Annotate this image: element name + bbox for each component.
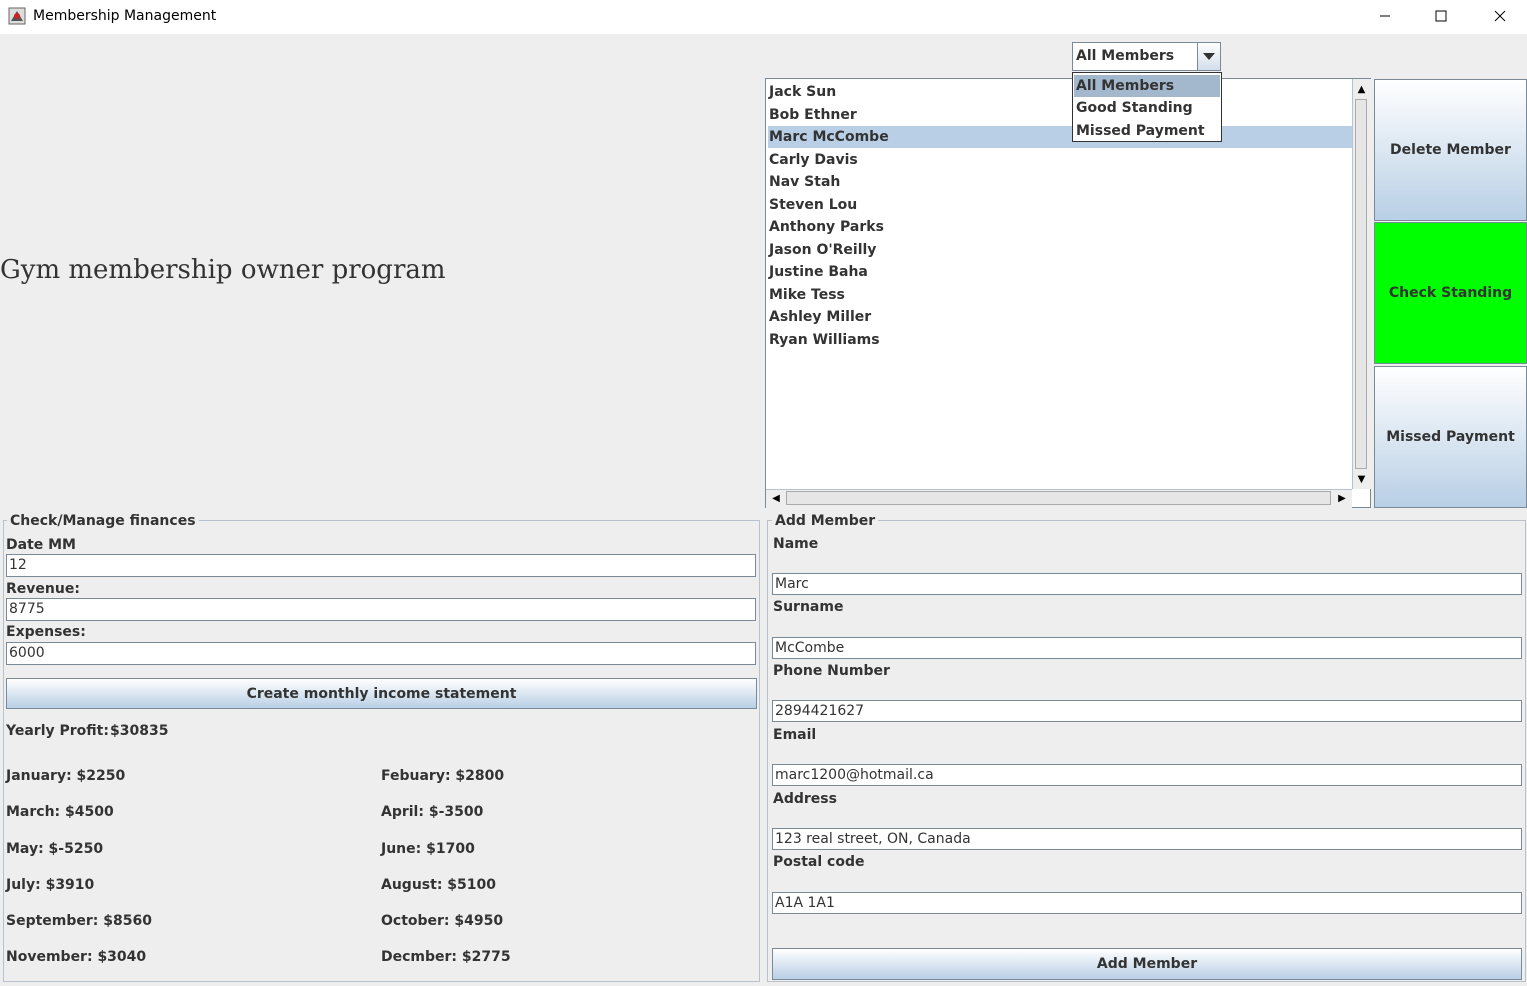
create-income-statement-button[interactable]: Create monthly income statement	[6, 678, 757, 709]
list-item[interactable]: Nav Stah	[768, 171, 1353, 193]
revenue-label: Revenue:	[6, 581, 80, 597]
list-item[interactable]: Jason O'Reilly	[768, 239, 1353, 261]
page-title: Gym membership owner program	[0, 255, 446, 285]
minimize-button[interactable]	[1362, 0, 1408, 32]
list-item[interactable]: Mike Tess	[768, 284, 1353, 306]
surname-label: Surname	[773, 599, 844, 615]
address-label: Address	[773, 791, 837, 807]
scroll-right-icon[interactable]: ▶	[1333, 490, 1351, 507]
horizontal-scroll-thumb[interactable]	[786, 491, 1331, 505]
finances-panel-title: Check/Manage finances	[7, 513, 199, 529]
yearly-profit-label: Yearly Profit:	[6, 723, 109, 739]
email-label: Email	[773, 727, 817, 743]
expenses-label: Expenses:	[6, 624, 86, 640]
close-icon	[1494, 10, 1506, 22]
surname-field[interactable]: McCombe	[772, 637, 1522, 659]
add-member-panel-title: Add Member	[772, 513, 879, 529]
yearly-profit-value: $30835	[110, 723, 169, 739]
scroll-down-icon[interactable]: ▼	[1353, 470, 1370, 488]
month-august: August: $5100	[381, 877, 496, 893]
month-june: June: $1700	[381, 841, 475, 857]
postal-code-field[interactable]: A1A 1A1	[772, 892, 1522, 914]
filter-dropdown-menu: All Members Good Standing Missed Payment	[1072, 72, 1222, 142]
java-app-icon	[8, 7, 26, 25]
list-item[interactable]: Carly Davis	[768, 149, 1353, 171]
scroll-up-icon[interactable]: ▲	[1353, 80, 1370, 98]
check-standing-button[interactable]: Check Standing	[1374, 222, 1527, 364]
list-item[interactable]: Anthony Parks	[768, 216, 1353, 238]
month-february: Febuary: $2800	[381, 768, 505, 784]
expenses-field[interactable]: 6000	[6, 642, 756, 665]
name-field[interactable]: Marc	[772, 573, 1522, 595]
filter-option-missed[interactable]: Missed Payment	[1074, 120, 1220, 142]
list-item-selected[interactable]: Marc McCombe	[768, 126, 1353, 148]
missed-payment-button[interactable]: Missed Payment	[1374, 366, 1527, 508]
month-september: September: $8560	[6, 913, 152, 929]
list-item[interactable]: Jack Sun	[768, 81, 1353, 103]
delete-member-button[interactable]: Delete Member	[1374, 79, 1527, 221]
date-field[interactable]: 12	[6, 554, 756, 577]
month-april: April: $-3500	[381, 804, 484, 820]
phone-field[interactable]: 2894421627	[772, 700, 1522, 722]
month-december: Decmber: $2775	[381, 949, 511, 965]
window-title: Membership Management	[33, 8, 217, 24]
vertical-scroll-thumb[interactable]	[1355, 99, 1367, 469]
date-label: Date MM	[6, 537, 76, 553]
revenue-field[interactable]: 8775	[6, 598, 756, 621]
member-list[interactable]: Jack Sun Bob Ethner Marc McCombe Carly D…	[765, 78, 1371, 508]
list-item[interactable]: Bob Ethner	[768, 104, 1353, 126]
month-july: July: $3910	[6, 877, 95, 893]
address-field[interactable]: 123 real street, ON, Canada	[772, 828, 1522, 850]
minimize-icon	[1380, 15, 1390, 17]
title-bar	[0, 0, 1527, 34]
list-item[interactable]: Ryan Williams	[768, 329, 1353, 351]
month-march: March: $4500	[6, 804, 114, 820]
name-label: Name	[773, 536, 819, 552]
list-item[interactable]: Justine Baha	[768, 261, 1353, 283]
close-button[interactable]	[1477, 0, 1523, 32]
maximize-icon	[1435, 10, 1447, 22]
list-item[interactable]: Ashley Miller	[768, 306, 1353, 328]
postal-code-label: Postal code	[773, 854, 865, 870]
email-field[interactable]: marc1200@hotmail.ca	[772, 764, 1522, 786]
chevron-down-icon	[1203, 52, 1215, 60]
add-member-button[interactable]: Add Member	[772, 948, 1522, 980]
dropdown-button[interactable]	[1197, 43, 1220, 70]
month-may: May: $-5250	[6, 841, 104, 857]
list-item[interactable]: Steven Lou	[768, 194, 1353, 216]
month-january: January: $2250	[6, 768, 126, 784]
month-november: November: $3040	[6, 949, 147, 965]
scroll-left-icon[interactable]: ◀	[767, 490, 785, 507]
filter-selected-value: All Members	[1076, 48, 1175, 64]
phone-label: Phone Number	[773, 663, 890, 679]
month-october: October: $4950	[381, 913, 504, 929]
filter-option-good[interactable]: Good Standing	[1074, 97, 1220, 119]
filter-option-all[interactable]: All Members	[1074, 75, 1220, 97]
maximize-button[interactable]	[1418, 0, 1464, 32]
